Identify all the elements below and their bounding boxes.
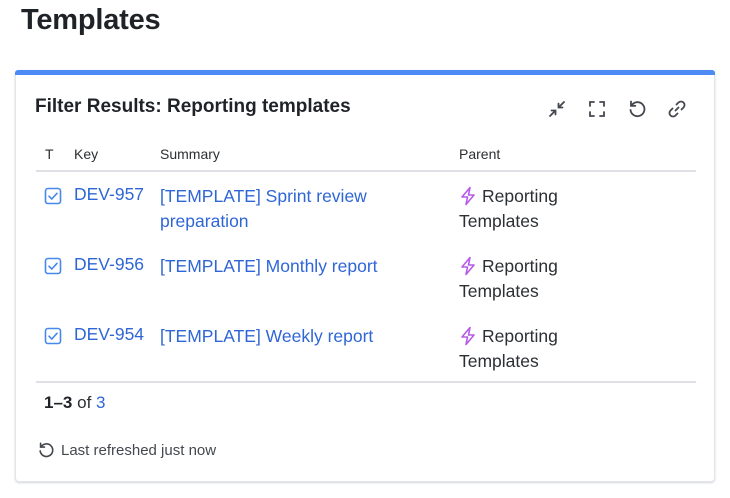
- issue-summary-link[interactable]: [TEMPLATE] Sprint review preparation: [160, 184, 420, 234]
- copy-link-button[interactable]: [664, 96, 690, 122]
- fullscreen-button[interactable]: [584, 96, 610, 122]
- link-icon: [668, 100, 686, 118]
- issue-summary-link[interactable]: [TEMPLATE] Weekly report: [160, 324, 420, 349]
- table-row: DEV-956 [TEMPLATE] Monthly report Report…: [36, 242, 696, 312]
- epic-lightning-icon: [461, 186, 475, 206]
- task-checkbox-icon: [44, 327, 62, 345]
- pagination-total-link[interactable]: 3: [96, 393, 105, 412]
- last-refreshed: Last refreshed just now: [37, 441, 216, 459]
- epic-lightning-icon: [461, 256, 475, 276]
- issue-key-link[interactable]: DEV-956: [74, 254, 144, 275]
- issue-parent[interactable]: Reporting Templates: [459, 254, 609, 304]
- refresh-icon: [629, 100, 646, 118]
- refresh-button[interactable]: [624, 96, 650, 122]
- header-type[interactable]: T: [45, 146, 54, 162]
- task-checkbox-icon: [44, 187, 62, 205]
- filter-results-card: Filter Results: Reporting templates T Ke…: [15, 70, 715, 482]
- issue-summary-link[interactable]: [TEMPLATE] Monthly report: [160, 254, 420, 279]
- header-summary[interactable]: Summary: [160, 146, 220, 162]
- table-footer-divider: [36, 381, 696, 383]
- card-accent-bar: [15, 70, 715, 75]
- pagination-summary: 1–3 of 3: [44, 393, 106, 413]
- issue-parent[interactable]: Reporting Templates: [459, 324, 609, 374]
- issue-key-link[interactable]: DEV-954: [74, 324, 144, 345]
- header-key[interactable]: Key: [74, 146, 98, 162]
- results-table: T Key Summary Parent DEV-957 [TEMPLATE] …: [36, 144, 696, 382]
- card-title: Filter Results: Reporting templates: [35, 96, 351, 117]
- issue-parent[interactable]: Reporting Templates: [459, 184, 609, 234]
- header-parent[interactable]: Parent: [459, 146, 500, 162]
- pagination-range: 1–3: [44, 393, 73, 412]
- issue-key-link[interactable]: DEV-957: [74, 184, 144, 205]
- page-title: Templates: [21, 4, 161, 36]
- collapse-button[interactable]: [544, 96, 570, 122]
- refresh-small-icon: [39, 442, 54, 458]
- card-actions: [544, 96, 690, 122]
- fullscreen-icon: [589, 101, 605, 117]
- table-row: DEV-957 [TEMPLATE] Sprint review prepara…: [36, 172, 696, 242]
- epic-lightning-icon: [461, 326, 475, 346]
- collapse-icon: [549, 101, 565, 117]
- pagination-of: of: [77, 393, 92, 412]
- task-checkbox-icon: [44, 257, 62, 275]
- table-row: DEV-954 [TEMPLATE] Weekly report Reporti…: [36, 312, 696, 382]
- last-refreshed-text: Last refreshed just now: [61, 441, 217, 459]
- table-header: T Key Summary Parent: [36, 144, 696, 172]
